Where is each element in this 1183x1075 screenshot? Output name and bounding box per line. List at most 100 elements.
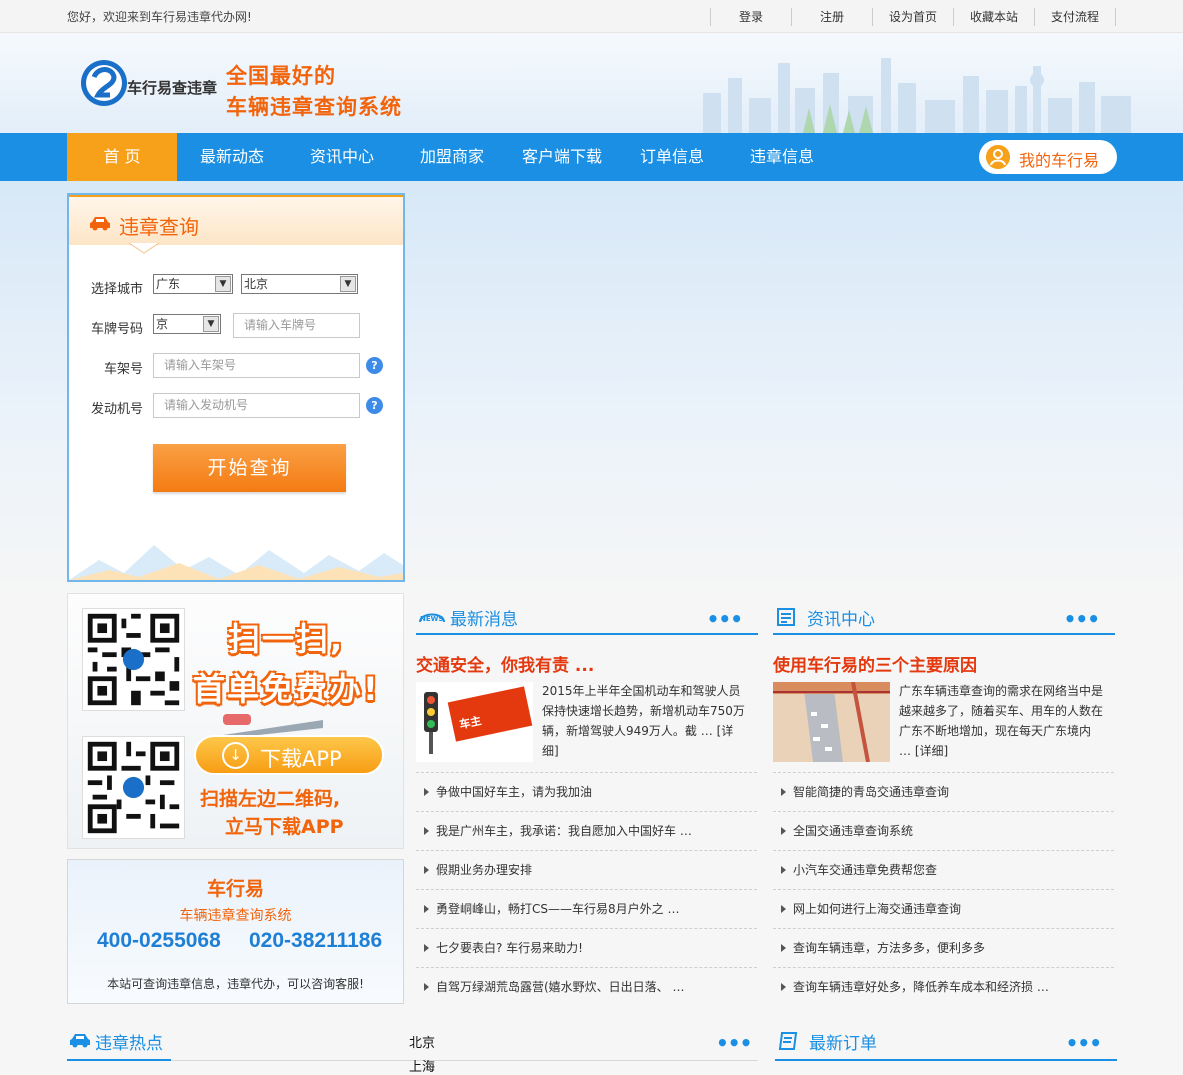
qr-code-image[interactable]	[82, 736, 185, 839]
news-summary-text: 2015年上半年全国机动车和驾驶人员保持快速增长趋势，新增机动车750万辆，新增…	[542, 684, 745, 738]
car-icon	[70, 1034, 90, 1048]
welcome-text: 您好，欢迎来到车行易违章代办网!	[67, 10, 252, 24]
download-app-button[interactable]: ↓ 下载APP	[194, 735, 384, 775]
list-item[interactable]: 查询车辆违章，方法多多，便利多多	[773, 928, 1114, 967]
nav-latest-news[interactable]: 最新动态	[177, 133, 287, 181]
city-item[interactable]: 北京	[409, 1032, 435, 1056]
document-icon	[777, 608, 795, 626]
chevron-down-icon: ▼	[215, 276, 231, 292]
list-item[interactable]: 勇登峒峰山，畅打CS——车行易8月户外之 …	[416, 889, 757, 928]
contact-subtitle: 车辆违章查询系统	[179, 908, 292, 924]
engine-label: 发动机号	[90, 402, 143, 417]
hot-more-button[interactable]: •••	[716, 1031, 752, 1055]
list-item[interactable]: 我是广州车主，我承诺：我自愿加入中国好车 …	[416, 811, 757, 850]
province-select[interactable]: 广东 ▼	[153, 274, 233, 294]
my-account-button[interactable]: 我的车行易	[979, 140, 1117, 174]
qr-code-image[interactable]	[82, 608, 185, 711]
orders-panel-title: 最新订单	[809, 1034, 877, 1054]
download-arrow-icon: ↓	[222, 742, 249, 769]
info-detail-link[interactable]: [详细]	[915, 744, 948, 758]
nav-home[interactable]: 首 页	[67, 133, 177, 181]
list-item[interactable]: 小汽车交通违章免费帮您查	[773, 850, 1114, 889]
list-item[interactable]: 全国交通违章查询系统	[773, 811, 1114, 850]
chevron-down-icon: ▼	[340, 276, 356, 292]
nav-violation-info[interactable]: 违章信息	[727, 133, 837, 181]
receipt-icon	[778, 1032, 798, 1050]
city-list: 北京 上海	[409, 1032, 435, 1075]
start-query-button[interactable]: 开始查询	[153, 444, 346, 492]
promo-free-text: 首单免费办!	[193, 670, 380, 708]
plate-prefix-value: 京	[156, 317, 169, 331]
app-download-banner: 扫一扫, 首单免费办! ↓ 下载APP 扫描左边二维码, 立马下载APP	[67, 593, 404, 849]
news-thumbnail-image[interactable]: 车主	[416, 682, 533, 762]
engine-number-input[interactable]: 请输入发动机号	[153, 393, 360, 418]
info-more-button[interactable]: •••	[1064, 607, 1100, 631]
slogan-line-1: 全国最好的	[226, 64, 336, 88]
query-title: 违章查询	[119, 215, 199, 239]
contact-box: 车行易 车辆违章查询系统 400-0255068 020-38211186 本站…	[67, 859, 404, 1004]
frame-help-icon[interactable]: ?	[366, 357, 383, 374]
info-thumbnail-image[interactable]	[773, 682, 890, 762]
list-item[interactable]: 争做中国好车主，请为我加油	[416, 772, 757, 811]
chevron-down-icon: ▼	[203, 316, 219, 332]
city-skyline-graphic	[703, 58, 1131, 133]
bookmark-link[interactable]: 收藏本站	[954, 8, 1035, 26]
nav-info-center[interactable]: 资讯中心	[287, 133, 397, 181]
engine-help-icon[interactable]: ?	[366, 397, 383, 414]
frame-label: 车架号	[103, 362, 143, 377]
nav-client-download[interactable]: 客户端下载	[507, 133, 617, 181]
list-item[interactable]: 七夕要表白? 车行易来助力!	[416, 928, 757, 967]
payment-flow-link[interactable]: 支付流程	[1035, 8, 1116, 26]
header-pointer	[129, 243, 159, 254]
list-item[interactable]: 查询车辆违章好处多，降低养车成本和经济损 …	[773, 967, 1114, 1006]
my-account-label: 我的车行易	[1019, 151, 1100, 170]
user-icon	[986, 145, 1010, 169]
register-link[interactable]: 注册	[792, 8, 873, 26]
promo-download-now-text: 立马下载APP	[225, 816, 344, 838]
contact-brand: 车行易	[206, 878, 264, 900]
info-headline[interactable]: 使用车行易的三个主要原因	[773, 651, 977, 676]
list-item[interactable]: 假期业务办理安排	[416, 850, 757, 889]
frame-number-input[interactable]: 请输入车架号	[153, 353, 360, 378]
province-value: 广东	[156, 277, 181, 291]
promo-scan-left-text: 扫描左边二维码,	[200, 788, 341, 810]
contact-note: 本站可查询违章信息，违章代办，可以咨询客服!	[107, 977, 364, 991]
list-item[interactable]: 网上如何进行上海交通违章查询	[773, 889, 1114, 928]
nav-franchise[interactable]: 加盟商家	[397, 133, 507, 181]
download-app-label: 下载APP	[260, 747, 342, 771]
car-icon	[90, 217, 110, 231]
plate-label: 车牌号码	[90, 322, 143, 337]
nav-order-info[interactable]: 订单信息	[617, 133, 727, 181]
brand-name: 车行易查违章	[127, 79, 218, 97]
login-link[interactable]: 登录	[711, 8, 792, 26]
plate-number-input[interactable]: 请输入车牌号	[233, 313, 360, 338]
set-homepage-link[interactable]: 设为首页	[873, 8, 954, 26]
city-label: 选择城市	[90, 282, 143, 297]
query-header: 违章查询	[69, 195, 403, 245]
news-icon: NEWS	[419, 613, 445, 623]
city-select[interactable]: 北京 ▼	[241, 274, 358, 294]
list-item[interactable]: 智能简捷的青岛交通违章查询	[773, 772, 1114, 811]
info-panel-title: 资讯中心	[807, 610, 875, 630]
phone-number-1: 400-0255068	[97, 929, 221, 952]
news-panel-title: 最新消息	[450, 610, 518, 630]
city-value: 北京	[244, 277, 269, 291]
list-item[interactable]: 自驾万绿湖荒岛露营(嬉水野炊、日出日落、 …	[416, 967, 757, 1006]
news-list: 争做中国好车主，请为我加油 我是广州车主，我承诺：我自愿加入中国好车 … 假期业…	[416, 772, 757, 1006]
info-list: 智能简捷的青岛交通违章查询 全国交通违章查询系统 小汽车交通违章免费帮您查 网上…	[773, 772, 1114, 1006]
news-headline[interactable]: 交通安全，你我有责 ...	[416, 651, 594, 676]
orders-more-button[interactable]: •••	[1066, 1031, 1102, 1055]
hot-panel-title: 违章热点	[95, 1034, 163, 1054]
mountains-graphic	[69, 545, 403, 580]
top-bar: 您好，欢迎来到车行易违章代办网! 登录 注册 设为首页 收藏本站 支付流程	[0, 0, 1183, 33]
plate-prefix-select[interactable]: 京 ▼	[153, 314, 221, 334]
site-logo-icon	[81, 60, 127, 106]
news-summary: 2015年上半年全国机动车和驾驶人员保持快速增长趋势，新增机动车750万辆，新增…	[542, 681, 746, 761]
city-item[interactable]: 上海	[409, 1056, 435, 1075]
violation-query-panel: 违章查询 选择城市 广东 ▼ 北京 ▼ 车牌号码 京 ▼ 请输入车牌号 车架号 …	[67, 193, 405, 582]
slogan-line-2: 车辆违章查询系统	[226, 95, 402, 119]
phone-number-2: 020-38211186	[249, 929, 383, 952]
orders-panel-header: 最新订单 •••	[775, 1027, 1117, 1061]
hot-divider	[171, 1060, 758, 1061]
news-more-button[interactable]: •••	[707, 607, 743, 631]
